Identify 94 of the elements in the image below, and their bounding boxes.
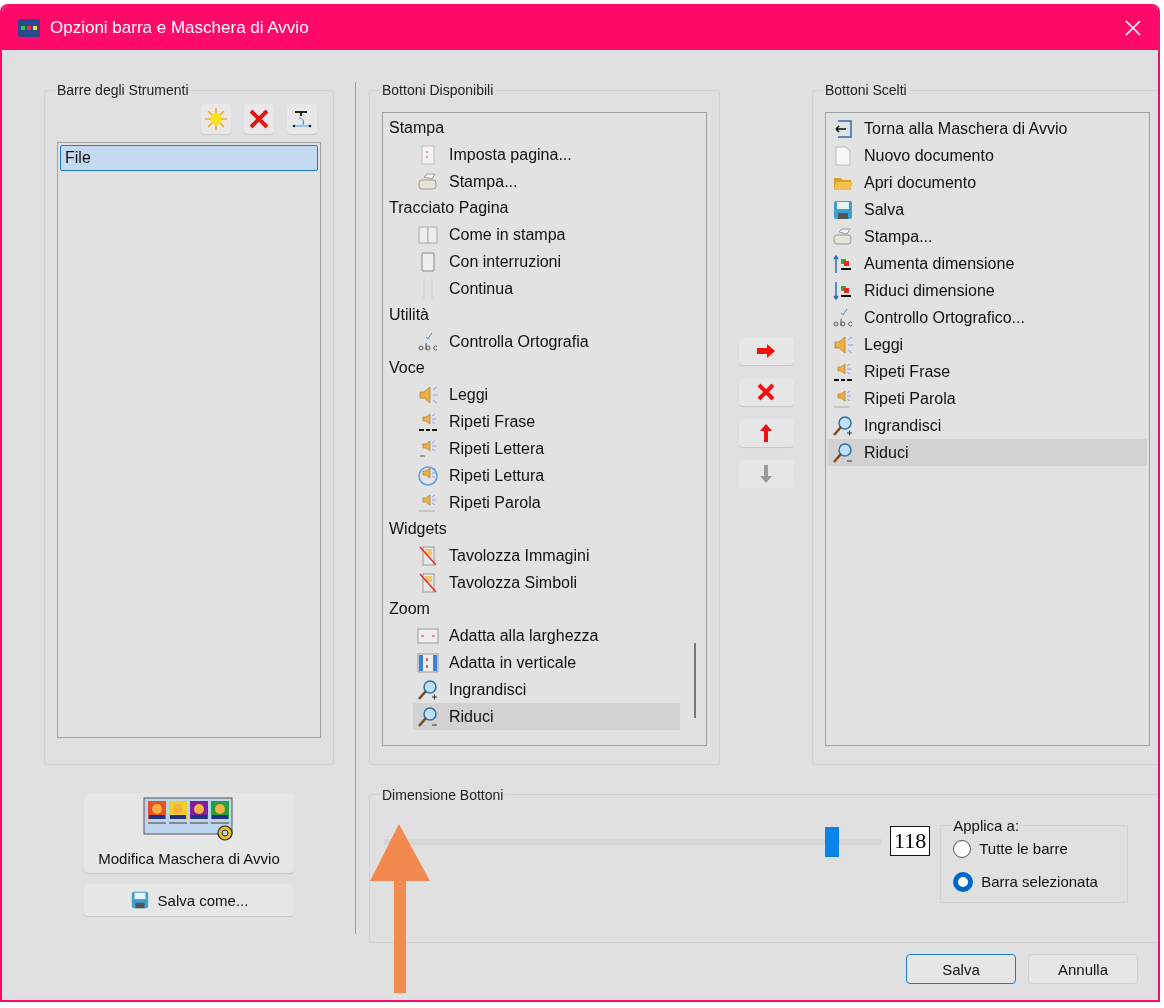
delete-button[interactable] bbox=[244, 104, 274, 134]
scrollbar[interactable] bbox=[694, 643, 696, 718]
printer-icon bbox=[417, 170, 439, 193]
list-item[interactable]: Salva bbox=[828, 196, 1147, 223]
window-title: Opzioni barra e Maschera di Avvio bbox=[50, 18, 310, 38]
tree-item[interactable]: Adatta alla larghezza bbox=[413, 622, 680, 649]
size-value: 118 bbox=[890, 825, 931, 856]
tree-item[interactable]: Ripeti Lettera bbox=[413, 435, 680, 462]
tree-item[interactable]: Ripeti Lettura bbox=[413, 462, 680, 489]
tree-item[interactable]: Ingrandisci bbox=[413, 676, 680, 703]
edit-start-mask-button[interactable]: Modifica Maschera di Avvio bbox=[84, 793, 294, 873]
radio-option[interactable]: Tutte le barre bbox=[953, 839, 1116, 858]
slider-thumb[interactable] bbox=[825, 826, 840, 857]
palette-off-icon bbox=[417, 571, 439, 594]
speaker-icon bbox=[832, 333, 854, 356]
category-label: Zoom bbox=[388, 599, 431, 619]
list-item[interactable]: Stampa... bbox=[828, 223, 1147, 250]
zoom-in-icon bbox=[417, 678, 439, 701]
cancel-button[interactable]: Annulla bbox=[1028, 954, 1138, 984]
group-title: Barre degli Strumenti bbox=[56, 82, 190, 98]
list-item[interactable]: Ripeti Frase bbox=[828, 358, 1147, 385]
speaker-repeat-icon bbox=[417, 464, 439, 487]
tree-item[interactable]: Come in stampa bbox=[413, 221, 680, 248]
list-item[interactable]: Nuovo documento bbox=[828, 142, 1147, 169]
category-label: Tracciato Pagina bbox=[388, 198, 510, 218]
group-title: Bottoni Disponibili bbox=[381, 82, 495, 98]
list-item[interactable]: Torna alla Maschera di Avvio bbox=[828, 115, 1147, 142]
add-button[interactable] bbox=[738, 337, 794, 365]
speaker-word-icon bbox=[832, 387, 854, 410]
up-arrow-icon bbox=[759, 423, 773, 443]
category-label: Utilità bbox=[388, 305, 430, 325]
save-button[interactable]: Salva bbox=[906, 954, 1016, 984]
category-label: Widgets bbox=[388, 519, 448, 539]
rename-button[interactable] bbox=[287, 104, 317, 134]
remove-button[interactable] bbox=[738, 378, 794, 406]
radio-option[interactable]: Barra selezionata bbox=[953, 871, 1116, 892]
tree-item[interactable]: Leggi bbox=[413, 381, 680, 408]
list-item[interactable]: Aumenta dimensione bbox=[828, 250, 1147, 277]
two-page-icon bbox=[417, 223, 439, 246]
tree-item[interactable]: Ripeti Parola bbox=[413, 489, 680, 516]
size-up-icon bbox=[832, 252, 854, 275]
speaker-line-icon bbox=[417, 410, 439, 433]
rename-icon bbox=[291, 108, 313, 130]
group-title: Dimensione Bottoni bbox=[381, 786, 505, 803]
category-label: Stampa bbox=[388, 118, 446, 138]
back-arrow-icon bbox=[832, 117, 854, 140]
speaker-line-icon bbox=[832, 360, 854, 383]
star-burst-icon bbox=[204, 107, 228, 131]
tree-item[interactable]: Imposta pagina... bbox=[413, 141, 680, 168]
radio-button[interactable] bbox=[953, 839, 972, 858]
tree-item[interactable]: Controlla Ortografia bbox=[413, 328, 680, 355]
radio-button[interactable] bbox=[953, 871, 974, 892]
list-item[interactable]: Riduci bbox=[828, 439, 1147, 466]
list-item[interactable]: Ingrandisci bbox=[828, 412, 1147, 439]
speaker-word-icon bbox=[417, 491, 439, 514]
tree-item[interactable]: Stampa... bbox=[413, 168, 680, 195]
speaker-letter-icon bbox=[417, 437, 439, 460]
tree-item[interactable]: Con interruzioni bbox=[413, 248, 680, 275]
up-button[interactable] bbox=[738, 419, 794, 447]
save-as-button[interactable]: Salva come... bbox=[84, 884, 294, 916]
zoom-in-icon bbox=[832, 414, 854, 437]
list-item[interactable]: Riduci dimensione bbox=[828, 277, 1147, 304]
fit-height-icon bbox=[417, 651, 439, 674]
group-title: Applica a: bbox=[953, 816, 1020, 834]
list-item[interactable]: Controllo Ortografico... bbox=[828, 304, 1147, 331]
close-icon bbox=[249, 109, 269, 129]
spellcheck-icon bbox=[832, 306, 854, 329]
app-icon bbox=[18, 19, 40, 37]
category-label: Voce bbox=[388, 358, 426, 378]
speaker-icon bbox=[417, 383, 439, 406]
floppy-icon bbox=[832, 198, 854, 221]
palette-off-icon bbox=[417, 544, 439, 567]
zoom-out-icon bbox=[832, 441, 854, 464]
list-item[interactable]: Apri documento bbox=[828, 169, 1147, 196]
tree-item[interactable]: Tavolozza Simboli bbox=[413, 569, 680, 596]
photo-strip-gear-icon bbox=[143, 797, 235, 841]
tree-item[interactable]: Ripeti Frase bbox=[413, 408, 680, 435]
right-arrow-icon bbox=[756, 343, 776, 359]
spellcheck-icon bbox=[417, 330, 439, 353]
tree-item[interactable]: Adatta in verticale bbox=[413, 649, 680, 676]
tree-item[interactable]: Continua bbox=[413, 275, 680, 302]
close-icon bbox=[1125, 20, 1141, 36]
list-item[interactable]: Ripeti Parola bbox=[828, 385, 1147, 412]
down-arrow-icon bbox=[759, 464, 773, 484]
tree-item[interactable]: Tavolozza Immagini bbox=[413, 542, 680, 569]
document-icon bbox=[832, 144, 854, 167]
zoom-out-icon bbox=[417, 705, 439, 728]
list-item[interactable]: File bbox=[60, 145, 318, 171]
close-icon bbox=[757, 383, 775, 401]
list-item[interactable]: Leggi bbox=[828, 331, 1147, 358]
size-down-icon bbox=[832, 279, 854, 302]
printer-icon bbox=[832, 225, 854, 248]
group-title: Bottoni Scelti bbox=[824, 82, 908, 98]
tree-item[interactable]: Riduci bbox=[413, 703, 680, 730]
